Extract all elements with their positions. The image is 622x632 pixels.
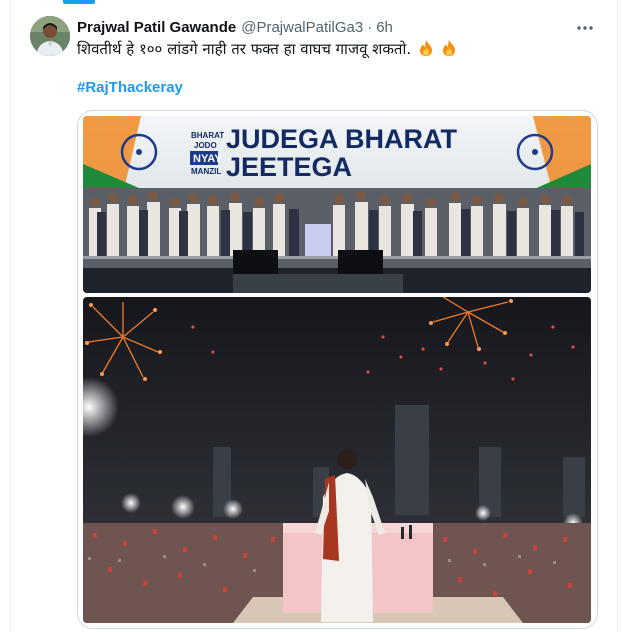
fire-icon xyxy=(418,39,434,57)
banner-brand-2: JODO xyxy=(194,141,217,150)
media-photo-stage[interactable]: BHARAT JODO NYAY MANZIL JUDEGA BHARAT JE… xyxy=(83,116,591,293)
media-grid: BHARAT JODO NYAY MANZIL JUDEGA BHARAT JE… xyxy=(77,110,598,629)
fire-icon xyxy=(441,39,457,57)
banner-brand-3: NYAY xyxy=(193,153,222,165)
separator-dot: · xyxy=(367,18,373,36)
author-handle[interactable]: @PrajwalPatilGa3 xyxy=(241,19,363,36)
banner-line-2: JEETEGA xyxy=(226,152,352,182)
hashtag-link[interactable]: #RajThackeray xyxy=(77,79,183,96)
banner-brand-1: BHARAT xyxy=(191,131,224,140)
banner-brand-4: MANZIL xyxy=(191,167,221,176)
active-indicator xyxy=(63,0,95,4)
media-photo-rally[interactable] xyxy=(83,297,591,623)
tweet-header: Prajwal Patil Gawande @PrajwalPatilGa3 ·… xyxy=(77,17,393,37)
timestamp[interactable]: 6h xyxy=(376,19,393,36)
banner-line-1: JUDEGA BHARAT xyxy=(226,124,458,154)
tweet-text: शिवतीर्थ हे १०० लांडगे नाही तर फक्त हा व… xyxy=(77,40,412,58)
tweet-text-line: शिवतीर्थ हे १०० लांडगे नाही तर फक्त हा व… xyxy=(77,39,457,59)
author-name[interactable]: Prajwal Patil Gawande xyxy=(77,19,236,36)
more-horizontal-icon[interactable] xyxy=(574,17,596,39)
avatar[interactable] xyxy=(30,16,70,56)
